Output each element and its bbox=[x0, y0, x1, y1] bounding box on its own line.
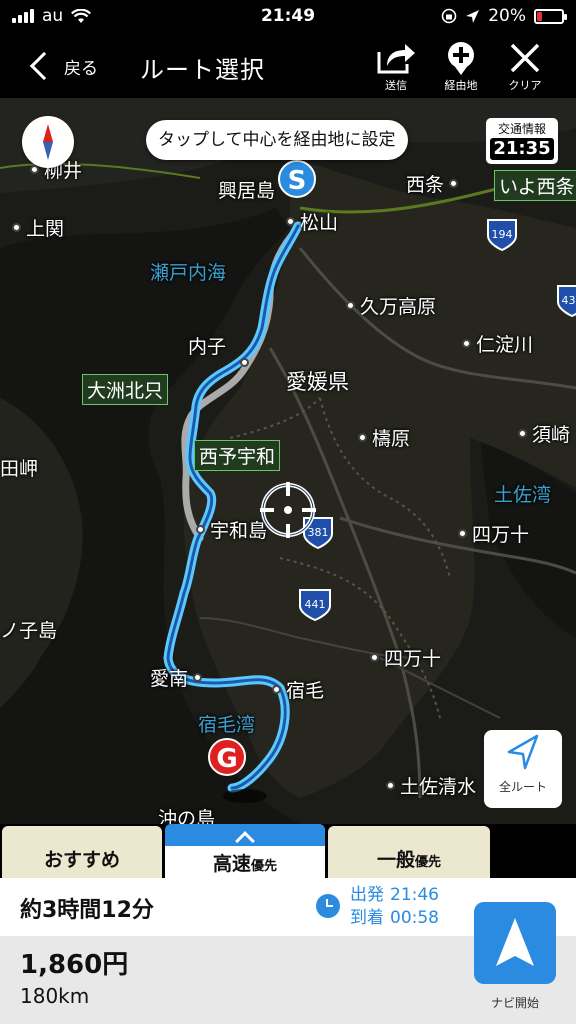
depart-label: 出発 bbox=[350, 885, 384, 905]
depart-time: 21:46 bbox=[390, 885, 439, 905]
tab-recommended-label: おすすめ bbox=[43, 849, 120, 871]
toll-fee: 1,860円 bbox=[20, 950, 129, 980]
route-type-tabs: おすすめ 高速優先 一般優先 bbox=[0, 824, 576, 878]
tab-expressway-suffix: 優先 bbox=[251, 859, 278, 874]
place-shimanto-1: 四万十 bbox=[458, 520, 529, 547]
center-hint-tooltip: タップして中心を経由地に設定 bbox=[146, 120, 408, 160]
map-base: 194 441 381 439 bbox=[0, 98, 576, 824]
place-nonoko: ノ子島 bbox=[0, 620, 58, 642]
tab-expressway[interactable]: 高速優先 bbox=[165, 824, 325, 878]
navigation-start-icon bbox=[496, 918, 534, 966]
traffic-info-badge[interactable]: 交通情報 21:35 bbox=[486, 118, 558, 164]
tab-general-road[interactable]: 一般優先 bbox=[328, 826, 490, 878]
place-uwajima: 宇和島 bbox=[196, 516, 267, 543]
battery-icon bbox=[534, 8, 567, 24]
ic-seiyo-uwa: 西予宇和 bbox=[194, 440, 281, 471]
arrive-time: 00:58 bbox=[390, 908, 439, 928]
place-kamisekki: 上関 bbox=[12, 214, 64, 241]
ic-ozu-kita: 大洲北只 bbox=[82, 374, 169, 405]
tab-expressway-label: 高速 bbox=[212, 853, 251, 875]
location-arrow-icon bbox=[466, 9, 480, 23]
departure-arrival-times: 出発 21:46 到着 00:58 bbox=[350, 884, 439, 930]
rotation-lock-icon bbox=[441, 8, 457, 24]
chevron-up-icon bbox=[235, 831, 255, 851]
add-waypoint-button[interactable]: 経由地 bbox=[429, 38, 493, 94]
place-kumakogen: 久万高原 bbox=[346, 292, 436, 319]
place-ainan: 愛南 bbox=[150, 664, 203, 691]
svg-text:194: 194 bbox=[492, 228, 513, 241]
back-label: 戻る bbox=[64, 58, 98, 79]
svg-text:441: 441 bbox=[305, 598, 326, 611]
label-ehime: 愛媛県 bbox=[286, 370, 349, 394]
header: 戻る ルート選択 送信 経由地 クリア bbox=[0, 34, 576, 98]
traffic-info-label: 交通情報 bbox=[497, 122, 546, 136]
battery-fill bbox=[537, 11, 542, 21]
place-saijo: 西条 bbox=[406, 170, 459, 197]
place-niyodogawa: 仁淀川 bbox=[462, 330, 533, 357]
add-pin-icon bbox=[448, 42, 474, 75]
clear-button[interactable]: クリア bbox=[493, 38, 557, 94]
place-matsuyama: 松山 bbox=[286, 208, 338, 235]
traffic-info-time: 21:35 bbox=[490, 138, 554, 160]
tab-general-road-suffix: 優先 bbox=[415, 855, 442, 870]
place-uchiko: 内子 bbox=[188, 336, 227, 358]
tab-recommended[interactable]: おすすめ bbox=[2, 826, 162, 878]
place-tamisaki: 田岬 bbox=[0, 458, 39, 480]
place-tosashimizu: 土佐清水 bbox=[386, 772, 476, 799]
start-marker[interactable]: S bbox=[278, 160, 316, 198]
label-sukumo-bay: 宿毛湾 bbox=[198, 714, 256, 736]
place-kouikyo: 興居島 bbox=[218, 180, 276, 202]
battery-percent: 20% bbox=[488, 6, 526, 26]
clock-icon bbox=[316, 894, 340, 918]
map-view[interactable]: 194 441 381 439 興居島 松山 柳井 上関 瀬戸内海 bbox=[0, 98, 576, 824]
label-setonaikai: 瀬戸内海 bbox=[150, 262, 227, 284]
route-duration: 約3時間12分 bbox=[20, 898, 154, 923]
share-icon bbox=[377, 44, 415, 74]
send-button[interactable]: 送信 bbox=[364, 38, 428, 94]
place-dot-uchiko bbox=[240, 358, 249, 367]
page-title: ルート選択 bbox=[140, 56, 265, 84]
chevron-left-icon bbox=[29, 51, 59, 81]
all-route-button[interactable]: 全ルート bbox=[484, 730, 562, 808]
route-distance: 180km bbox=[20, 984, 90, 1008]
arrive-label: 到着 bbox=[350, 908, 384, 928]
svg-text:439: 439 bbox=[562, 294, 576, 307]
place-sukumo: 宿毛 bbox=[272, 676, 324, 703]
place-susaki: 須崎 bbox=[518, 420, 570, 447]
close-icon bbox=[510, 43, 540, 73]
svg-text:381: 381 bbox=[308, 526, 329, 539]
all-route-label: 全ルート bbox=[498, 780, 547, 794]
place-okinoshima: 沖の島 bbox=[158, 808, 216, 824]
goal-marker[interactable]: G bbox=[208, 738, 246, 776]
status-bar: au 21:49 20% bbox=[0, 0, 576, 34]
start-navigation-label: ナビ開始 bbox=[490, 996, 539, 1010]
navigation-arrow-icon bbox=[507, 734, 539, 770]
compass-button[interactable] bbox=[22, 116, 74, 168]
send-label: 送信 bbox=[385, 79, 407, 92]
place-shimanto-2: 四万十 bbox=[370, 644, 441, 671]
place-yusuhara: 檮原 bbox=[358, 424, 410, 451]
label-tosa-bay: 土佐湾 bbox=[494, 484, 552, 506]
compass-icon bbox=[43, 124, 53, 160]
start-navigation-button[interactable] bbox=[474, 902, 556, 984]
ic-iyo-saijo: いよ西条 bbox=[494, 170, 576, 201]
back-button[interactable]: 戻る bbox=[24, 44, 98, 88]
start-marker-label: S bbox=[278, 160, 316, 198]
via-label: 経由地 bbox=[444, 79, 478, 92]
clear-label: クリア bbox=[508, 79, 542, 92]
tab-general-road-label: 一般 bbox=[376, 849, 415, 871]
goal-marker-label: G bbox=[208, 738, 246, 776]
route-summary: 約3時間12分 出発 21:46 到着 00:58 1,860円 180km ナビ開… bbox=[0, 878, 576, 1024]
